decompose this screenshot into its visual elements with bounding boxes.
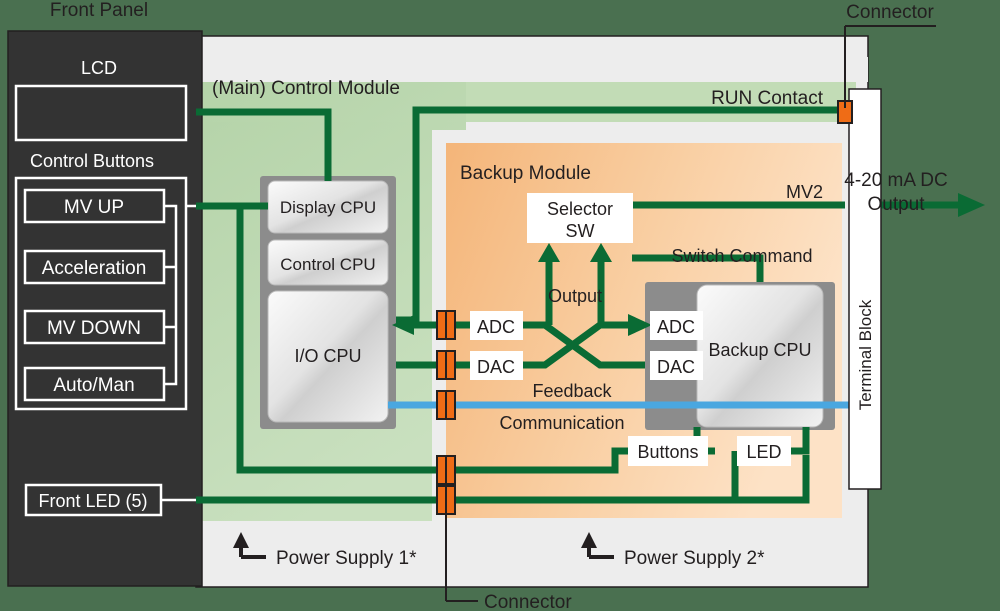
button-auto-man-label: Auto/Man xyxy=(53,375,134,396)
left-dac-label: DAC xyxy=(477,357,515,377)
terminal-block xyxy=(848,88,882,490)
front-panel-title: Front Panel xyxy=(50,0,148,21)
switch-command-label: Switch Command xyxy=(671,246,812,266)
connector-block xyxy=(436,390,456,420)
connector-block xyxy=(436,485,456,515)
terminal-block-label: Terminal Block xyxy=(856,299,875,410)
selector-sw-label-line1: Selector xyxy=(547,199,613,219)
control-buttons-label: Control Buttons xyxy=(30,151,154,171)
display-cpu-label: Display CPU xyxy=(280,198,376,217)
power-supply-1-label: Power Supply 1* xyxy=(276,548,417,569)
connector-block xyxy=(436,310,456,340)
communication-label: Communication xyxy=(499,413,624,433)
power-supply-2-label: Power Supply 2* xyxy=(624,548,765,569)
right-adc-label: ADC xyxy=(657,317,695,337)
button-acceleration-label: Acceleration xyxy=(42,258,147,279)
mv2-label: MV2 xyxy=(786,182,823,202)
io-cpu-label: I/O CPU xyxy=(294,346,361,366)
right-dac-label: DAC xyxy=(657,357,695,377)
backup-led-label: LED xyxy=(746,442,781,462)
output-current-label-line1: 4-20 mA DC xyxy=(844,170,947,191)
diagram-canvas: Front Panel LCD Control Buttons MV UP Ac… xyxy=(0,0,1000,611)
block-diagram-svg: Front Panel LCD Control Buttons MV UP Ac… xyxy=(0,0,1000,611)
main-control-module-title: (Main) Control Module xyxy=(212,78,400,99)
connector-block xyxy=(436,455,456,485)
button-mv-up-label: MV UP xyxy=(64,197,124,218)
backup-cpu-label: Backup CPU xyxy=(708,340,811,360)
button-mv-down-label: MV DOWN xyxy=(47,318,141,339)
control-cpu-label: Control CPU xyxy=(280,255,375,274)
run-contact-label: RUN Contact xyxy=(711,88,824,109)
lcd-label: LCD xyxy=(81,58,117,78)
connector-block xyxy=(436,350,456,380)
backup-buttons-label: Buttons xyxy=(637,442,698,462)
left-adc-label: ADC xyxy=(477,317,515,337)
front-led-label: Front LED (5) xyxy=(38,491,147,511)
output-label: Output xyxy=(548,286,602,306)
connector-bottom-label: Connector xyxy=(484,592,572,611)
backup-module-title: Backup Module xyxy=(460,163,591,184)
feedback-label: Feedback xyxy=(532,381,612,401)
output-current-label-line2: Output xyxy=(867,194,925,215)
selector-sw-label-line2: SW xyxy=(566,221,595,241)
connector-top-label: Connector xyxy=(846,2,934,23)
